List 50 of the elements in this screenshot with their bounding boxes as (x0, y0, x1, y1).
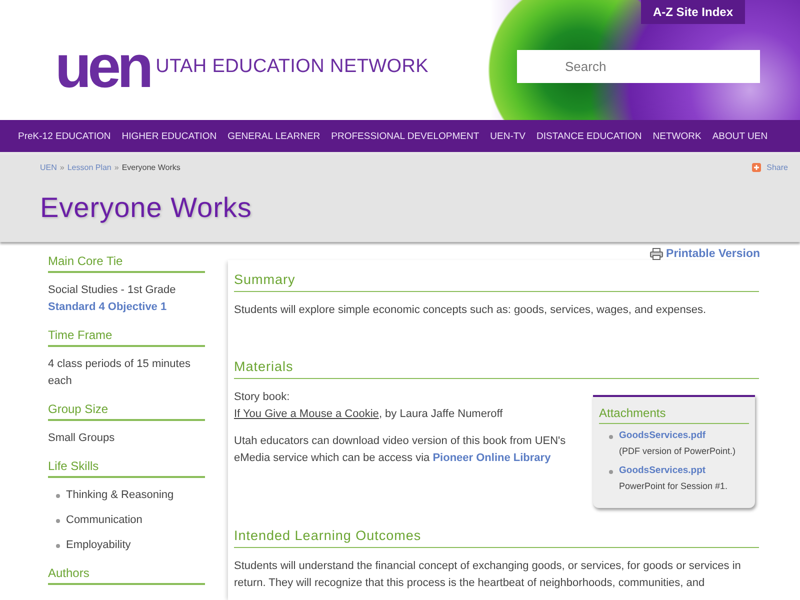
bullet-icon (56, 518, 60, 522)
nav-item[interactable]: HIGHER EDUCATION (122, 130, 217, 142)
library-link[interactable]: Pioneer Online Library (432, 452, 551, 464)
section-heading: Materials (234, 347, 759, 379)
nav-item[interactable]: GENERAL LEARNER (228, 130, 320, 142)
attachment-description: (PDF version of PowerPoint.) (619, 446, 736, 456)
materials-note: Utah educators can download video version of this book from UEN's eMedia service which can be access via Pioneer Online Library (234, 434, 567, 466)
nav-item[interactable]: PreK-12 EDUCATION (18, 130, 111, 142)
search-field[interactable]: Search (517, 50, 760, 83)
outcomes-text: Students will understand the financial concept of exchanging goods, or services, for goods or services in return. They will recognize that this process is the heartbeat of neighborhoods, communities, and (234, 559, 742, 591)
attachments-heading: Attachments (599, 406, 749, 424)
breadcrumb-separator: » (60, 163, 64, 172)
bullet-icon (56, 494, 60, 498)
attachment-link[interactable]: GoodsServices.ppt (619, 465, 728, 476)
printer-icon (650, 248, 664, 260)
nav-item[interactable]: ABOUT UEN (712, 130, 768, 142)
logo[interactable]: uen (55, 37, 150, 97)
summary-text: Students will explore simple economic concepts such as: goods, services, wages, and expenses. (234, 303, 708, 318)
sidebar-heading: Authors (48, 566, 205, 585)
nav-item[interactable]: UEN-TV (490, 130, 526, 142)
sidebar-heading: Main Core Tie (48, 254, 205, 273)
sidebar-heading: Time Frame (48, 328, 205, 347)
sidebar-heading: Group Size (48, 402, 205, 421)
breadcrumb-separator: » (114, 163, 119, 172)
site-index-link[interactable]: A-Z Site Index (640, 0, 745, 24)
breadcrumb-item: Everyone Works (122, 163, 180, 172)
sidebar-heading: Life Skills (48, 459, 205, 478)
skill-item: Communication (66, 513, 142, 528)
page-title: Everyone Works (40, 192, 253, 224)
nav-item[interactable]: NETWORK (652, 130, 702, 142)
book-title-link[interactable]: If You Give a Mouse a Cookie (234, 408, 379, 420)
section-heading: Intended Learning Outcomes (234, 516, 759, 548)
section-heading: Summary (234, 260, 759, 292)
attachment-description: PowerPoint for Session #1. (619, 481, 728, 491)
printable-version-link[interactable]: Printable Version (650, 248, 760, 260)
skill-item: Thinking & Reasoning (66, 488, 174, 503)
plus-icon (752, 163, 761, 172)
attachment-link[interactable]: GoodsServices.pdf (619, 430, 736, 441)
site-name: UTAH EDUCATION NETWORK (156, 56, 429, 78)
nav-item[interactable]: DISTANCE EDUCATION (536, 130, 642, 142)
materials-text: Story book: If You Give a Mouse a Cookie, by Laura Jaffe Numeroff (234, 390, 504, 422)
skill-item: Employability (66, 538, 131, 553)
standard-link[interactable]: Standard 4 Objective 1 (48, 299, 205, 316)
sidebar-text: 4 class periods of 15 minutes each (48, 357, 192, 389)
sidebar-text: Small Groups (48, 431, 116, 446)
bullet-icon (56, 544, 60, 548)
sidebar-text: Social Studies - 1st Grade (48, 283, 177, 298)
bullet-icon (609, 435, 613, 439)
nav-item[interactable]: PROFESSIONAL DEVELOPMENT (331, 130, 480, 142)
bullet-icon (609, 470, 613, 474)
